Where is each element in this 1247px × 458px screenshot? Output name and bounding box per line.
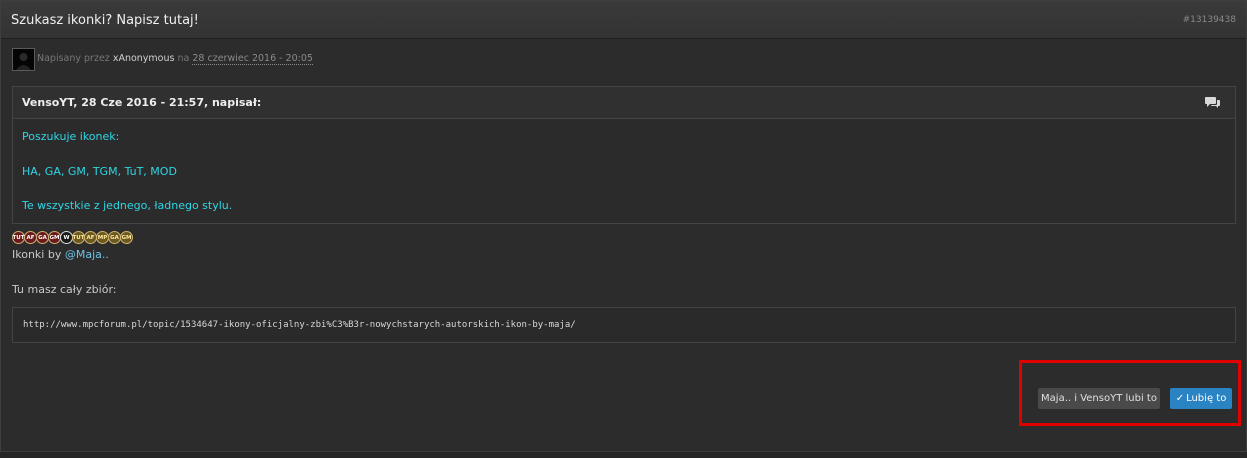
meta-on: na xyxy=(177,53,190,64)
code-url[interactable]: http://www.mpcforum.pl/topic/1534647-iko… xyxy=(23,320,576,330)
mention-link[interactable]: @Maja.. xyxy=(65,248,109,261)
meta-prefix: Napisany przez xyxy=(37,53,110,64)
quote-line: HA, GA, GM, TGM, TuT, MOD xyxy=(22,165,177,178)
comments-icon[interactable] xyxy=(1205,96,1221,109)
quote-line: Poszukuje ikonek: xyxy=(22,130,120,143)
rank-badges: TUT AF GA GM W TUT AF MP GA GM xyxy=(12,231,133,244)
highlight-box xyxy=(1019,360,1241,426)
post-date[interactable]: 28 czerwiec 2016 - 20:05 xyxy=(192,53,313,65)
quote-author: VensoYT, 28 Cze 2016 - 21:57, napisał: xyxy=(22,96,262,109)
quote-block: VensoYT, 28 Cze 2016 - 21:57, napisał: P… xyxy=(12,86,1236,224)
quote-header: VensoYT, 28 Cze 2016 - 21:57, napisał: xyxy=(13,87,1235,119)
ikonki-by-text: Ikonki by xyxy=(12,248,62,261)
post-id-link[interactable]: #13139438 xyxy=(1183,15,1236,25)
avatar-image xyxy=(13,49,34,70)
post-title[interactable]: Szukasz ikonki? Napisz tutaj! xyxy=(11,13,199,28)
collection-text: Tu masz cały zbiór: xyxy=(12,283,117,296)
ikonki-by-line: Ikonki by @Maja.. xyxy=(12,248,109,261)
quote-line: Te wszystkie z jednego, ładnego stylu. xyxy=(22,199,233,212)
post-meta: Napisany przez xAnonymous na 28 czerwiec… xyxy=(37,53,313,65)
forum-post: Szukasz ikonki? Napisz tutaj! #13139438 … xyxy=(0,0,1247,452)
code-block: http://www.mpcforum.pl/topic/1534647-iko… xyxy=(12,307,1236,343)
badge-icon: GM xyxy=(120,231,133,244)
author-link[interactable]: xAnonymous xyxy=(113,53,175,64)
post-header: Szukasz ikonki? Napisz tutaj! #13139438 xyxy=(1,1,1246,39)
avatar[interactable] xyxy=(12,48,35,71)
